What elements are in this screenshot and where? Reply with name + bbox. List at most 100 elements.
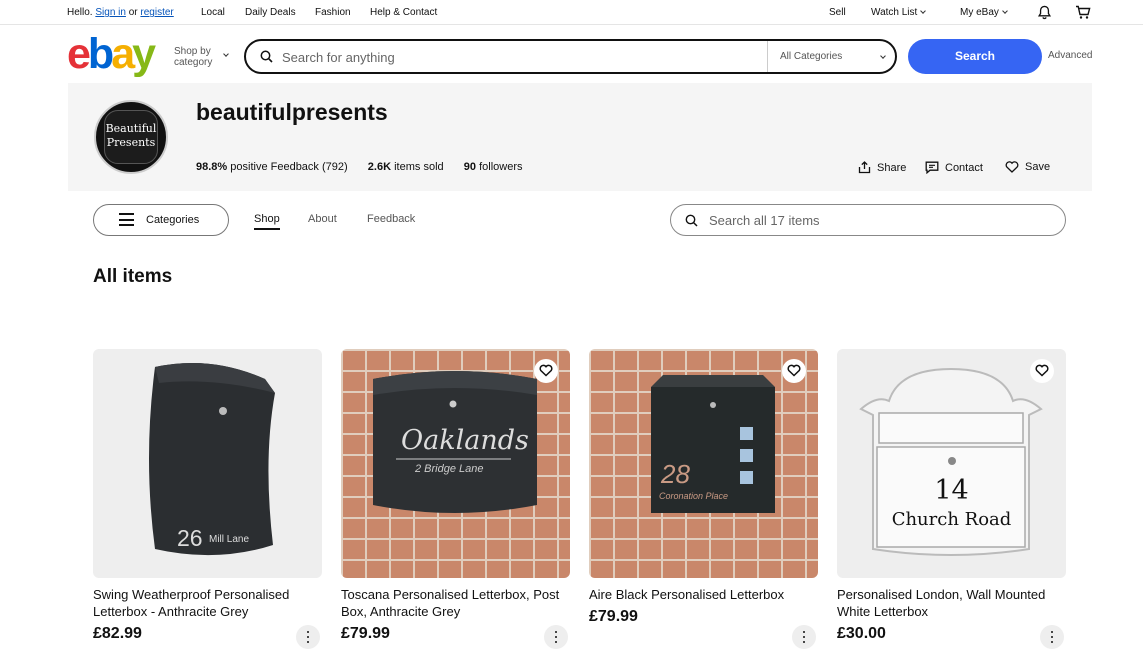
product-price: £79.99 [341,625,390,642]
letterbox-illustration [149,363,275,556]
shop-by-line2: category [174,57,213,68]
followers-label: followers [479,161,523,173]
save-store-button[interactable]: Save [1005,161,1050,173]
heart-icon [1005,161,1019,173]
watch-button[interactable] [534,359,558,383]
product-image-number: 14 [934,475,969,506]
sell-link[interactable]: Sell [829,7,846,18]
category-select[interactable]: All Categories [767,41,897,72]
product-image-caption: Mill Lane [209,534,250,545]
save-label: Save [1025,161,1051,173]
feedback-link[interactable]: positive Feedback (792) [230,161,347,173]
contact-label: Contact [945,161,983,174]
search-icon [260,50,273,68]
tab-about[interactable]: About [308,213,337,225]
store-logo-text: Beautiful Presents [96,122,166,150]
shop-by-line1: Shop by [174,46,211,57]
fashion-link[interactable]: Fashion [315,7,351,18]
product-image[interactable]: 28 Coronation Place [589,349,818,578]
product-card[interactable]: 28 Coronation Place Aire Black Personali… [589,349,818,649]
store-logo[interactable]: Beautiful Presents [94,100,168,174]
product-image[interactable]: 26 Mill Lane [93,349,322,578]
more-options-button[interactable] [544,625,568,649]
product-image[interactable]: 14 Church Road [837,349,1066,578]
greeting-hello: Hello. [67,7,93,18]
sign-in-link[interactable]: Sign in [95,7,126,18]
product-image-number: 26 [177,525,203,551]
product-price: £30.00 [837,625,886,642]
category-select-value: All Categories [780,51,843,62]
tab-shop[interactable]: Shop [254,213,280,230]
ebay-logo[interactable]: ebay [67,30,156,78]
product-card[interactable]: 26 Mill Lane Swing Weatherproof Personal… [93,349,322,649]
logo-letter-e: e [67,30,91,78]
product-title[interactable]: Swing Weatherproof Personalised Letterbo… [93,586,322,620]
help-contact-link[interactable]: Help & Contact [370,7,437,18]
logo-letter-y: y [132,30,156,78]
tab-feedback[interactable]: Feedback [367,213,415,225]
store-search-bar [670,204,1066,236]
register-link[interactable]: register [140,7,173,18]
product-image[interactable]: Oaklands 2 Bridge Lane [341,349,570,578]
heart-icon [1035,364,1049,377]
product-price: £79.99 [589,608,638,625]
store-search-input[interactable] [709,211,1049,229]
watch-list-label: Watch List [871,7,918,18]
categories-button[interactable]: Categories [93,204,229,236]
more-options-button[interactable] [792,625,816,649]
watch-list-menu[interactable]: Watch List [871,7,927,18]
product-title[interactable]: Aire Black Personalised Letterbox [589,586,818,603]
product-card[interactable]: Oaklands 2 Bridge Lane Toscana Personali… [341,349,570,649]
product-image-name: Oaklands [401,425,529,456]
heart-icon [539,364,553,377]
store-logo-line1: Beautiful [105,122,157,135]
top-utility-bar: Hello. Sign in or register Local Daily D… [0,0,1143,25]
notification-bell-icon[interactable] [1037,5,1052,23]
hamburger-menu-icon [119,213,134,226]
product-card[interactable]: 14 Church Road Personalised London, Wall… [837,349,1066,649]
advanced-search-link[interactable]: Advanced [1048,50,1092,61]
chevron-down-icon [1002,8,1008,14]
search-input[interactable] [282,47,752,67]
share-button[interactable]: Share [858,161,906,174]
cart-icon[interactable] [1075,5,1091,23]
logo-letter-b: b [87,30,114,78]
section-title: All items [93,266,173,287]
product-image-number: 28 [661,459,690,489]
shop-by-category-button[interactable]: Shop by category [174,46,229,68]
product-image-caption: Church Road [891,509,1012,530]
share-label: Share [877,161,907,174]
product-title[interactable]: Personalised London, Wall Mounted White … [837,586,1066,620]
contact-button[interactable]: Contact [925,161,983,174]
local-link[interactable]: Local [201,7,225,18]
product-title[interactable]: Toscana Personalised Letterbox, Post Box… [341,586,570,620]
my-ebay-menu[interactable]: My eBay [960,7,1008,18]
more-options-button[interactable] [296,625,320,649]
letterbox-illustration [651,375,775,513]
chevron-down-icon [223,51,229,57]
store-stats: 98.8% positive Feedback (792) 2.6K items… [196,161,522,173]
letterbox-illustration [859,367,1043,556]
product-image-caption: 2 Bridge Lane [415,463,484,475]
feedback-percent: 98.8% [196,161,228,173]
followers-count: 90 [463,161,477,173]
chevron-down-icon [920,8,927,14]
daily-deals-link[interactable]: Daily Deals [245,7,296,18]
logo-letter-a: a [111,30,135,78]
global-search-bar: All Categories [244,39,897,74]
search-button[interactable]: Search [908,39,1042,74]
product-image-caption: Coronation Place [659,491,729,501]
product-price: £82.99 [93,625,142,642]
watch-button[interactable] [1030,359,1054,383]
store-logo-line2: Presents [106,136,156,149]
more-options-button[interactable] [1040,625,1064,649]
categories-label: Categories [146,214,200,226]
store-name: beautifulpresents [196,99,388,125]
heart-icon [787,364,801,377]
chevron-down-icon [880,53,886,59]
my-ebay-label: My eBay [960,7,999,18]
items-sold-label: items sold [394,161,444,173]
greeting: Hello. Sign in or register [67,7,174,18]
items-sold-count: 2.6K [367,161,392,173]
watch-button[interactable] [782,359,806,383]
